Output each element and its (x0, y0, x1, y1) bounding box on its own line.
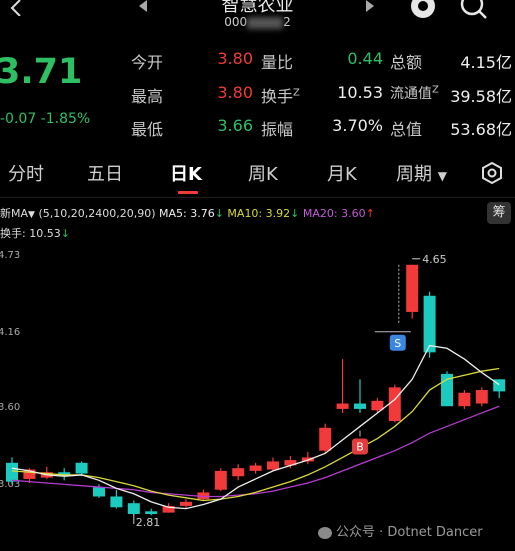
label-turnover-sup: Z (293, 87, 300, 99)
ma20-line (11, 405, 500, 498)
candle-body (75, 462, 88, 474)
candle-body (110, 496, 123, 508)
candle-body (6, 462, 18, 482)
value-amplitude: 3.70% (332, 116, 383, 135)
caret-down-icon: ▼ (28, 210, 35, 220)
ma10-arrow: ↓ (290, 207, 300, 220)
sell-marker-label: S (394, 337, 401, 350)
value-open: 3.80 (217, 49, 253, 68)
change-amount: -0.07 (0, 111, 37, 127)
candle-body (93, 487, 105, 497)
label-open: 今开 (131, 53, 164, 72)
tab-separator (0, 197, 515, 198)
price-axis-label: 4.16 (0, 327, 20, 338)
stock-code-suffix: 2 (283, 15, 291, 29)
price-axis-label: 4.73 (0, 250, 20, 261)
tab-period-label: 周期 (396, 164, 432, 185)
label-turnover-amount: 总额 (390, 53, 423, 72)
ma10-value: MA10: 3.92 (227, 207, 291, 220)
buy-marker-label: B (356, 441, 364, 454)
price-change: -0.07 -1.85% (0, 111, 90, 127)
ma-params: (5,10,20,2400,20,90) (38, 207, 156, 220)
ma5-arrow: ↓ (214, 207, 224, 220)
value-turnover-amount: 4.15亿 (460, 53, 512, 72)
label-volume-ratio: 量比 (261, 53, 294, 72)
tab-daily-k[interactable]: 日K (170, 160, 202, 186)
candle-body (354, 403, 366, 409)
tab-five-day[interactable]: 五日 (87, 160, 123, 186)
ma-name: 新MA (0, 207, 29, 220)
candle-body (267, 461, 279, 470)
ma20-arrow: ↑ (365, 207, 375, 220)
label-turnover-text: 换手 (261, 87, 294, 106)
candle-body (249, 465, 262, 471)
label-amplitude: 振幅 (261, 120, 294, 139)
high-price-label: 4.65 (422, 253, 447, 266)
indicator-bar[interactable]: 新MA▼ (5,10,20,2400,20,90) MA5: 3.76↓ MA1… (0, 205, 375, 221)
tab-weekly-k[interactable]: 周K (248, 160, 278, 186)
candle-body (127, 503, 140, 514)
ma20-value: MA20: 3.60 (302, 207, 366, 220)
candle-body (458, 392, 471, 407)
candle-body (406, 264, 419, 312)
triangle-down-icon: ▼ (437, 169, 447, 183)
tab-monthly-k[interactable]: 月K (327, 160, 357, 186)
redacted-block (247, 16, 284, 29)
chip-distribution-button[interactable]: 筹 (487, 202, 511, 224)
watermark: 公众号 · Dotnet Dancer (318, 521, 483, 540)
change-percent: -1.85% (40, 111, 91, 127)
candle-body (319, 427, 332, 451)
turnover-arrow: ↓ (60, 227, 70, 240)
candle-body (423, 295, 436, 353)
candle-body (371, 400, 384, 411)
kline-chart[interactable]: 4.734.163.603.034.652.81SB (0, 240, 515, 551)
label-total-cap: 总值 (390, 120, 423, 139)
turnover-indicator: 换手: 10.53↓ (0, 225, 70, 241)
value-float-cap: 39.58亿 (450, 87, 512, 106)
label-float-cap-text: 流通值 (390, 86, 432, 102)
candle-body (475, 390, 488, 404)
value-turnover: 10.53 (337, 83, 383, 102)
tab-period[interactable]: 周期 ▼ (396, 160, 447, 186)
label-low: 最低 (131, 120, 164, 139)
tab-intraday[interactable]: 分时 (8, 160, 44, 186)
value-high: 3.80 (217, 83, 253, 102)
label-high: 最高 (131, 87, 164, 106)
label-float-cap-sup: Z (432, 84, 439, 96)
stock-code: 000 2 (0, 15, 515, 29)
watermark-text: 公众号 · Dotnet Dancer (336, 525, 483, 540)
wechat-icon (318, 526, 332, 539)
value-total-cap: 53.68亿 (450, 120, 512, 139)
candle-body (388, 387, 401, 422)
ma5-line (11, 344, 500, 510)
turnover-indicator-value: 换手: 10.53 (0, 227, 61, 240)
label-turnover: 换手Z (261, 83, 300, 107)
candle-body (145, 511, 158, 514)
candle-body (180, 501, 192, 506)
stock-code-prefix: 000 (224, 15, 248, 29)
candle-body (232, 468, 245, 477)
price-axis-label: 3.60 (0, 402, 20, 413)
active-tab-indicator (178, 191, 198, 194)
current-price: 3.71 (0, 52, 83, 92)
value-low: 3.66 (217, 116, 253, 135)
ma5-value: MA5: 3.76 (158, 207, 215, 220)
value-volume-ratio: 0.44 (347, 49, 383, 68)
low-price-label: 2.81 (136, 516, 161, 529)
settings-hexagon-icon[interactable] (480, 161, 504, 185)
candle-body (336, 403, 349, 409)
label-float-cap: 流通值Z (390, 83, 439, 103)
candle-body (214, 470, 227, 490)
